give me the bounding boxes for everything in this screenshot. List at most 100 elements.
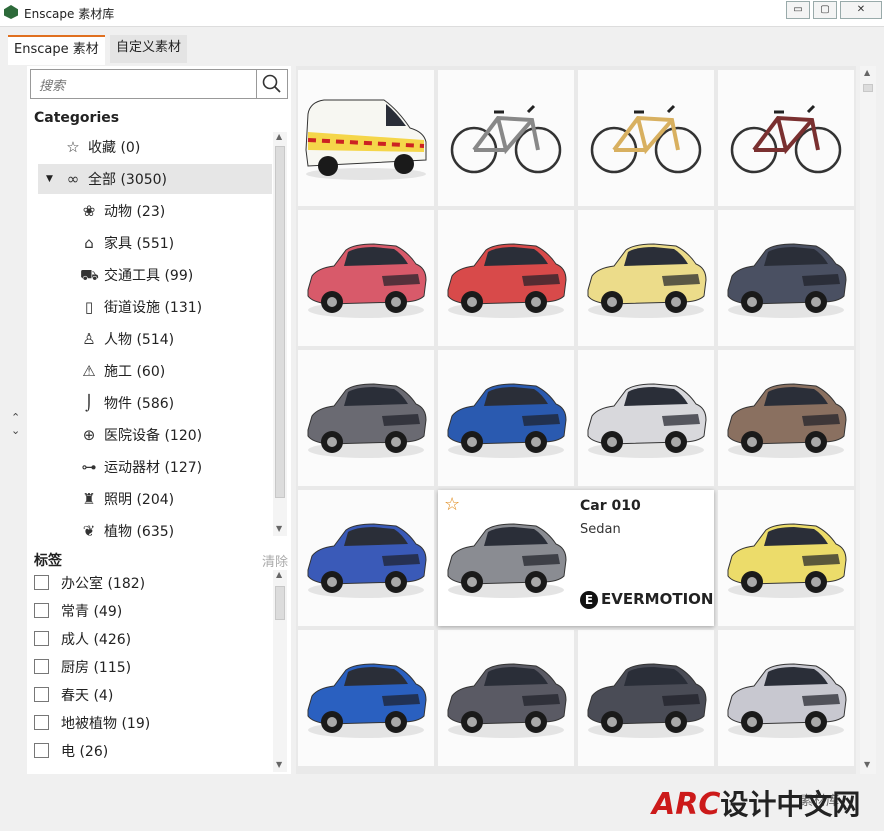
grid-scroll-thumb[interactable] (863, 84, 873, 92)
street-icon: ▯ (84, 298, 94, 316)
category-scroll-thumb[interactable] (275, 146, 285, 498)
asset-tile-car[interactable] (718, 490, 854, 626)
asset-tile-bike[interactable] (438, 70, 574, 206)
scroll-down-icon[interactable]: ▼ (276, 524, 282, 533)
car-thumbnail-icon (307, 663, 427, 738)
tag-item[interactable]: 春天 (4) (34, 684, 113, 708)
asset-tile-car[interactable] (718, 630, 854, 766)
tag-item[interactable]: 办公室 (182) (34, 572, 145, 596)
tag-label: 春天 (4) (61, 688, 114, 704)
category-item[interactable]: ♙ 人物 (514) (80, 324, 174, 354)
category-item[interactable]: ⌂ 家具 (551) (80, 228, 174, 258)
asset-tile-car[interactable] (578, 210, 714, 346)
tag-checkbox[interactable] (34, 575, 49, 590)
car-thumbnail-icon (307, 383, 427, 458)
asset-tile-car[interactable] (438, 350, 574, 486)
category-label: 收藏 (0) (88, 140, 141, 156)
asset-tile-car[interactable] (298, 490, 434, 626)
brand-name: EVERMOTION (601, 590, 714, 608)
search-button[interactable] (256, 70, 287, 98)
asset-tile-bike[interactable] (578, 70, 714, 206)
tag-checkbox[interactable] (34, 715, 49, 730)
category-item[interactable]: ♜ 照明 (204) (80, 484, 174, 514)
scroll-up-icon[interactable]: ▲ (276, 570, 282, 579)
category-item[interactable]: ⛟ 交通工具 (99) (80, 260, 193, 290)
evermotion-logo-icon: E (580, 591, 598, 609)
tag-label: 办公室 (182) (61, 576, 146, 592)
category-item[interactable]: ⚠ 施工 (60) (80, 356, 165, 386)
medical-icon: ⊕ (82, 426, 96, 444)
category-label: 人物 (514) (104, 332, 175, 348)
collapse-chevron-icon[interactable]: ⌃ ⌄ (11, 411, 20, 437)
scroll-up-icon[interactable]: ▲ (276, 132, 282, 141)
category-label: 照明 (204) (104, 492, 175, 508)
chair-icon: ⌂ (84, 234, 94, 252)
watermark: ARC设计中文网 (652, 783, 860, 823)
category-scrollbar[interactable]: ▲ ▼ (273, 132, 287, 536)
scroll-up-icon[interactable]: ▲ (864, 68, 870, 77)
bike-thumbnail-icon (450, 104, 562, 174)
asset-tile-car[interactable] (298, 630, 434, 766)
grid-scrollbar[interactable]: ▲ ▼ (860, 66, 876, 774)
asset-tile-bike[interactable] (718, 70, 854, 206)
asset-tile-car[interactable] (298, 350, 434, 486)
tab-custom-assets[interactable]: 自定义素材 (110, 35, 188, 63)
car-thumbnail-icon (727, 523, 847, 598)
category-label: 植物 (635) (104, 524, 175, 540)
tag-checkbox[interactable] (34, 631, 49, 646)
category-item[interactable]: ⊶ 运动器材 (127) (80, 452, 203, 482)
tag-item[interactable]: 厨房 (115) (34, 656, 131, 680)
category-item[interactable]: ⌡ 物件 (586) (80, 388, 174, 418)
category-label: 医院设备 (120) (104, 428, 203, 444)
category-item[interactable]: ❀ 动物 (23) (80, 196, 166, 226)
watermark-latin: ARC (652, 787, 721, 822)
search-icon (262, 74, 281, 93)
bike-thumbnail-icon (590, 104, 702, 174)
tag-item[interactable]: 地被植物 (19) (34, 712, 150, 736)
collapse-panel-handle[interactable]: ⌃ ⌄ (8, 66, 26, 774)
favorite-star-icon[interactable]: ☆ (444, 494, 460, 515)
maximize-button[interactable]: ▢ (813, 1, 837, 19)
tag-checkbox[interactable] (34, 687, 49, 702)
star-icon: ☆ (66, 138, 80, 156)
tag-checkbox[interactable] (34, 659, 49, 674)
tag-scrollbar[interactable]: ▲ ▼ (273, 570, 287, 772)
car-thumbnail-icon (447, 383, 567, 458)
expand-triangle-icon[interactable]: ▼ (46, 164, 53, 194)
category-label: 物件 (586) (104, 396, 175, 412)
asset-tile-car[interactable] (578, 630, 714, 766)
asset-tile-car[interactable] (298, 210, 434, 346)
tag-label: 常青 (49) (61, 604, 123, 620)
asset-tile-car[interactable] (438, 630, 574, 766)
car-thumbnail-icon (587, 243, 707, 318)
tag-checkbox[interactable] (34, 603, 49, 618)
category-item[interactable]: ▯ 街道设施 (131) (80, 292, 202, 322)
tag-item[interactable]: 常青 (49) (34, 600, 122, 624)
asset-tile-van[interactable] (298, 70, 434, 206)
window-title: Enscape 素材库 (24, 7, 115, 21)
scroll-down-icon[interactable]: ▼ (864, 760, 870, 769)
tag-checkbox[interactable] (34, 743, 49, 758)
asset-tile-car[interactable] (718, 210, 854, 346)
category-label: 交通工具 (99) (104, 268, 194, 284)
tag-item[interactable]: 电 (26) (34, 740, 108, 764)
close-button[interactable]: ✕ (840, 1, 882, 19)
clear-tags-button[interactable]: 清除 (262, 551, 288, 570)
tag-item[interactable]: 成人 (426) (34, 628, 131, 652)
van-thumbnail-icon (305, 99, 427, 180)
category-item[interactable]: ⊕ 医院设备 (120) (80, 420, 202, 450)
scroll-down-icon[interactable]: ▼ (276, 760, 282, 769)
asset-tile-car[interactable] (718, 350, 854, 486)
minimize-button[interactable]: ▭ (786, 1, 810, 19)
category-item[interactable]: ❦ 植物 (635) (80, 516, 174, 546)
tab-enscape-assets[interactable]: Enscape 素材 (8, 35, 105, 65)
asset-tile-car[interactable] (578, 350, 714, 486)
category-item[interactable]: ▼ ∞ 全部 (3050) (46, 164, 167, 194)
asset-tile-car[interactable]: ☆ Car 010 Sedan E EVERMOTION (438, 490, 714, 626)
person-icon: ♙ (82, 330, 96, 348)
tag-scroll-thumb[interactable] (275, 586, 285, 620)
category-item[interactable]: ☆ 收藏 (0) (64, 132, 140, 162)
asset-tile-car[interactable] (438, 210, 574, 346)
all-icon: ∞ (66, 170, 80, 188)
search-input[interactable] (37, 75, 259, 95)
